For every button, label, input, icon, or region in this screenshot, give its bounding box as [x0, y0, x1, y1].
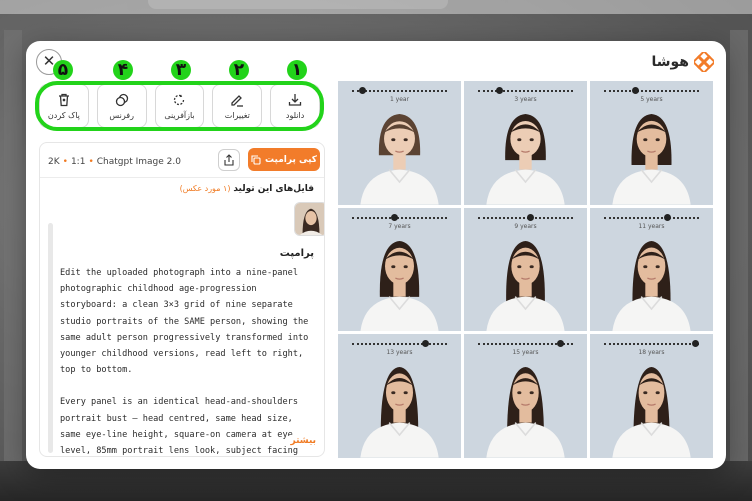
portrait-panel[interactable]: 11 years [590, 207, 713, 332]
backdrop-search-pill [148, 0, 448, 9]
portrait-panel[interactable]: 3 years [464, 81, 587, 205]
age-label: 7 years [388, 222, 411, 230]
age-slider-track [352, 90, 447, 92]
copy-icon [251, 154, 261, 165]
age-slider-track [352, 216, 447, 219]
copy-prompt-button[interactable]: کپی پرامپت [248, 148, 320, 171]
portrait-panel[interactable]: 1 year [338, 81, 461, 205]
aspect-ratio-label: 1:1 [70, 157, 86, 167]
hosha-logo-icon [694, 52, 714, 72]
action-toolbar: پاک کردن رفرنس بازآفرینی تغییرات دانلود [39, 84, 320, 128]
read-more-link[interactable]: بیشتر [286, 436, 316, 446]
age-slider-track [478, 216, 573, 219]
resolution-label: 2K [48, 157, 60, 167]
generation-files-header: فایل‌های این تولید (۱ مورد عکس) [179, 184, 314, 194]
woman-portrait-thumbnail [295, 203, 324, 235]
regenerate-button[interactable]: بازآفرینی [154, 84, 205, 128]
age-slider-knob [359, 87, 367, 94]
annotation-number: ۴ [110, 57, 136, 80]
age-slider-track [604, 343, 699, 346]
image-detail-modal: ✕ هوشا ۱ ۲ ۳ ۴ ۵ پاک کردن رفرنس بازآفرین… [26, 41, 726, 469]
backdrop-topbar [0, 0, 752, 14]
age-label: 18 years [638, 349, 665, 357]
share-button[interactable] [218, 149, 240, 171]
age-label: 11 years [638, 222, 665, 230]
reference-button[interactable]: رفرنس [96, 84, 147, 128]
age-label: 9 years [514, 222, 537, 230]
age-slider-knob [390, 213, 398, 221]
prompt-text: Edit the uploaded photograph into a nine… [60, 268, 309, 457]
pencil-icon [231, 95, 244, 107]
portrait-panel[interactable]: 18 years [590, 334, 713, 458]
age-slider-track [478, 90, 573, 92]
delete-button[interactable]: پاک کردن [39, 84, 89, 128]
age-slider-track [604, 216, 699, 219]
age-slider-knob [495, 87, 503, 94]
backdrop-strip [4, 30, 22, 470]
download-button[interactable]: دانلود [270, 84, 320, 128]
source-image-thumbnail[interactable] [294, 202, 324, 236]
layers-icon [115, 93, 128, 107]
annotation-number: ۵ [50, 57, 76, 80]
portrait-panel[interactable]: 7 years [338, 207, 461, 332]
edit-button[interactable]: تغییرات [212, 84, 263, 128]
generation-meta: 2K • 1:1 • Chatgpt Image 2.0 [48, 157, 181, 167]
age-slider-track [352, 343, 447, 346]
age-label: 13 years [386, 349, 413, 357]
age-label: 3 years [514, 96, 537, 103]
age-slider-knob [527, 213, 535, 221]
prompt-heading: پرامپت [279, 248, 314, 259]
age-slider-track [604, 90, 699, 92]
portrait-panel[interactable]: 9 years [464, 207, 587, 332]
annotation-number: ۳ [168, 57, 194, 80]
annotation-number: ۲ [226, 57, 252, 80]
generation-info-card: 2K • 1:1 • Chatgpt Image 2.0 کپی پرامپت فایل… [39, 142, 325, 457]
portrait-panel[interactable]: 13 years [338, 334, 461, 458]
trash-icon [58, 93, 69, 107]
portrait-panel[interactable]: 15 years [464, 334, 587, 458]
annotation-number: ۱ [284, 57, 310, 80]
card-divider [40, 177, 324, 178]
portrait-panel[interactable]: 5 years [590, 81, 713, 205]
backdrop-strip [730, 30, 748, 470]
model-label: Chatgpt Image 2.0 [96, 157, 181, 167]
prompt-scrollbar[interactable] [48, 223, 53, 453]
separator-dot: • [88, 157, 94, 167]
brand-name: هوشا [651, 54, 689, 70]
refresh-icon [174, 94, 185, 106]
share-icon [224, 154, 234, 166]
age-label: 5 years [640, 96, 663, 103]
separator-dot: • [62, 157, 68, 167]
age-label: 1 year [389, 96, 410, 103]
download-icon [288, 94, 302, 106]
age-label: 15 years [512, 349, 539, 357]
brand-logo: هوشا [651, 51, 714, 73]
age-progression-grid[interactable]: 1 year 3 years 5 years 7 years 9 years 11 yea… [338, 81, 713, 458]
age-slider-knob [663, 213, 671, 221]
